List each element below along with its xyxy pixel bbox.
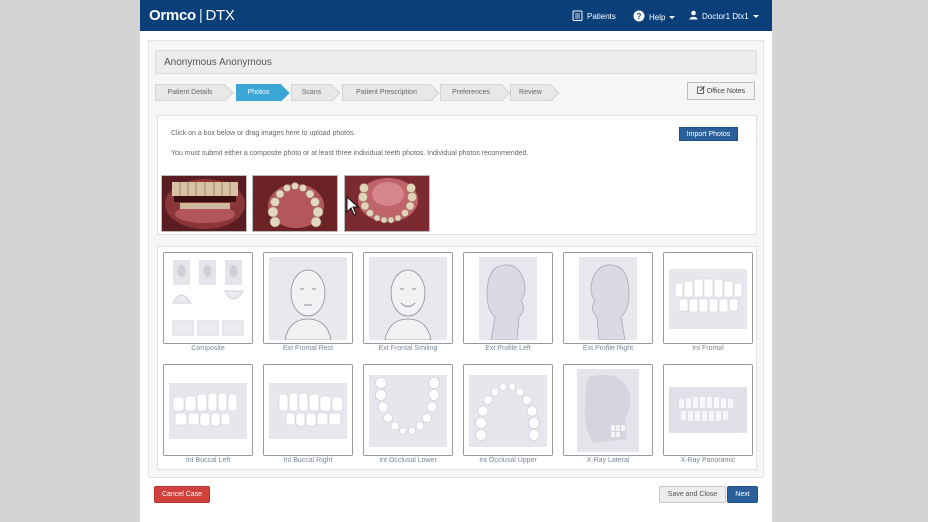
product-name: DTX	[205, 7, 235, 24]
xray-panoramic-icon	[669, 387, 747, 433]
teeth-occlusal-upper-icon	[469, 375, 547, 447]
edit-icon	[696, 86, 705, 96]
nav-user-label: Doctor1 Dtx1	[702, 11, 749, 21]
slot-label-ext-profile-left: Ext Profile Left	[485, 345, 531, 352]
face-profile-right-icon	[579, 257, 637, 340]
face-frontal-icon	[269, 257, 347, 340]
slot-label-ext-frontal-smiling: Ext Frontal Smiling	[378, 345, 438, 352]
uploaded-photo-frontal-teeth[interactable]	[161, 175, 247, 232]
office-notes-label: Office Notes	[706, 87, 746, 95]
brand-name: Ormco	[149, 7, 196, 24]
slot-label-int-frontal: Int Frontal	[692, 345, 724, 352]
mouse-pointer-icon	[346, 196, 360, 216]
slot-label-int-occlusal-lower: Int Occlusal Lower	[379, 457, 437, 464]
slot-label-int-buccal-right: Int Buccal Right	[283, 457, 333, 464]
composite-placeholder-icon	[172, 260, 244, 336]
app-window: Ormco | DTX Patients ? Help Doctor1 Dtx1 A…	[140, 0, 772, 522]
save-and-close-button[interactable]: Save and Close	[659, 486, 726, 503]
user-icon	[689, 10, 698, 22]
clipboard-icon	[572, 10, 583, 23]
photo-slot-ext-frontal-rest[interactable]	[263, 252, 353, 344]
photo-slot-xray-lateral[interactable]	[563, 364, 653, 456]
uploaded-photo-upper-arch[interactable]	[252, 175, 338, 232]
nav-patients[interactable]: Patients	[572, 10, 616, 23]
cancel-case-button[interactable]: Cancel Case	[154, 486, 210, 503]
xray-lateral-icon	[577, 369, 639, 452]
nav-user-menu[interactable]: Doctor1 Dtx1	[689, 10, 759, 22]
teeth-buccal-right-icon	[269, 383, 347, 439]
svg-text:?: ?	[637, 12, 642, 21]
next-button[interactable]: Next	[727, 486, 758, 503]
face-smiling-icon	[369, 257, 447, 340]
photo-slot-int-occlusal-upper[interactable]	[463, 364, 553, 456]
case-panel: Anonymous Anonymous Patient Details Phot…	[148, 40, 764, 478]
slot-label-ext-profile-right: Ext Profile Right	[582, 345, 634, 352]
teeth-buccal-left-icon	[169, 383, 247, 439]
nav-patients-label: Patients	[587, 12, 616, 21]
import-photos-button[interactable]: Import Photos	[679, 127, 738, 141]
tab-scans[interactable]: Scans	[291, 84, 332, 101]
photo-slots-grid: Composite Ext Frontal Rest Ext Frontal S…	[157, 246, 757, 470]
slot-label-xray-panoramic: X-Ray Panoramic	[680, 457, 736, 464]
teeth-occlusal-lower-icon	[369, 375, 447, 447]
office-notes-button[interactable]: Office Notes	[687, 82, 755, 100]
chevron-down-icon	[669, 15, 676, 19]
patient-name-header: Anonymous Anonymous	[155, 50, 757, 74]
tab-patient-details[interactable]: Patient Details	[155, 84, 225, 101]
brand-logo[interactable]: Ormco | DTX	[149, 7, 235, 24]
photo-slot-ext-profile-left[interactable]	[463, 252, 553, 344]
question-circle-icon: ?	[633, 10, 645, 24]
photo-slot-ext-frontal-smiling[interactable]	[363, 252, 453, 344]
top-navbar: Ormco | DTX Patients ? Help Doctor1 Dtx1	[140, 0, 772, 31]
photo-slot-ext-profile-right[interactable]	[563, 252, 653, 344]
upload-instruction: Click on a box below or drag images here…	[171, 130, 356, 137]
teeth-frontal-icon	[669, 269, 747, 329]
brand-separator: |	[198, 7, 203, 24]
photo-slot-int-buccal-left[interactable]	[163, 364, 253, 456]
face-profile-left-icon	[479, 257, 537, 340]
photo-upload-dropzone[interactable]: Click on a box below or drag images here…	[157, 115, 757, 235]
tab-review[interactable]: Review	[510, 84, 551, 101]
tab-preferences[interactable]: Preferences	[440, 84, 502, 101]
photo-slot-xray-panoramic[interactable]	[663, 364, 753, 456]
slot-label-composite: Composite	[191, 345, 225, 352]
photo-slot-composite[interactable]	[163, 252, 253, 344]
photo-slot-int-buccal-right[interactable]	[263, 364, 353, 456]
tab-patient-prescription[interactable]: Patient Prescription	[342, 84, 431, 101]
photo-slot-int-frontal[interactable]	[663, 252, 753, 344]
nav-help-label: Help	[649, 12, 666, 22]
slot-label-xray-lateral: X-Ray Lateral	[586, 457, 630, 464]
upload-requirement: You must submit either a composite photo…	[171, 150, 529, 157]
slot-label-int-buccal-left: Int Buccal Left	[185, 457, 231, 464]
slot-label-int-occlusal-upper: Int Occlusal Upper	[479, 457, 537, 464]
tab-photos[interactable]: Photos	[236, 84, 281, 101]
photo-slot-int-occlusal-lower[interactable]	[363, 364, 453, 456]
nav-help[interactable]: ? Help	[633, 10, 676, 24]
slot-label-ext-frontal-rest: Ext Frontal Rest	[282, 345, 334, 352]
chevron-down-icon	[752, 14, 759, 18]
